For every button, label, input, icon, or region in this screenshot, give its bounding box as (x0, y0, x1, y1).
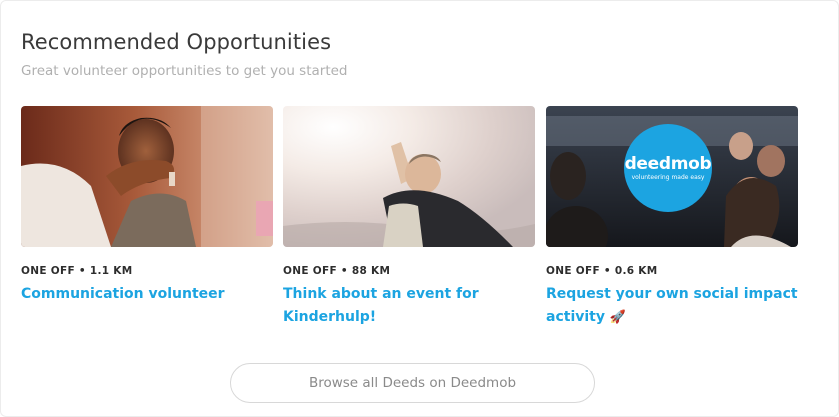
superhero-child-photo (283, 106, 535, 247)
opportunity-title-text: Request your own social impact activity (546, 286, 798, 325)
boy-waving-photo (21, 106, 273, 247)
opportunity-image[interactable] (21, 106, 273, 247)
browse-all-deeds-button[interactable]: Browse all Deeds on Deedmob (230, 363, 595, 403)
logo-tagline: volunteering made easy (631, 174, 705, 181)
opportunity-title-link[interactable]: Think about an event for Kinderhulp! (283, 283, 535, 329)
opportunity-meta: ONE OFF • 88 KM (283, 265, 391, 277)
opportunity-card[interactable]: deedmob volunteering made easy ONE OFF •… (546, 106, 798, 329)
opportunity-card[interactable]: ONE OFF • 88 KM Think about an event for… (283, 106, 535, 329)
opportunity-image[interactable] (283, 106, 535, 247)
section-title: Recommended Opportunities (21, 30, 332, 54)
opportunity-image[interactable]: deedmob volunteering made easy (546, 106, 798, 247)
section-subtitle: Great volunteer opportunities to get you… (21, 63, 348, 79)
opportunity-title-link[interactable]: Request your own social impact activity … (546, 283, 798, 329)
deedmob-logo: deedmob volunteering made easy (624, 124, 712, 212)
opportunity-meta: ONE OFF • 0.6 KM (546, 265, 658, 277)
opportunity-card[interactable]: ONE OFF • 1.1 KM Communication volunteer (21, 106, 273, 306)
opportunity-meta: ONE OFF • 1.1 KM (21, 265, 133, 277)
rocket-icon: 🚀 (609, 310, 627, 325)
logo-brand: deedmob (624, 154, 712, 174)
opportunity-title-link[interactable]: Communication volunteer (21, 283, 273, 306)
